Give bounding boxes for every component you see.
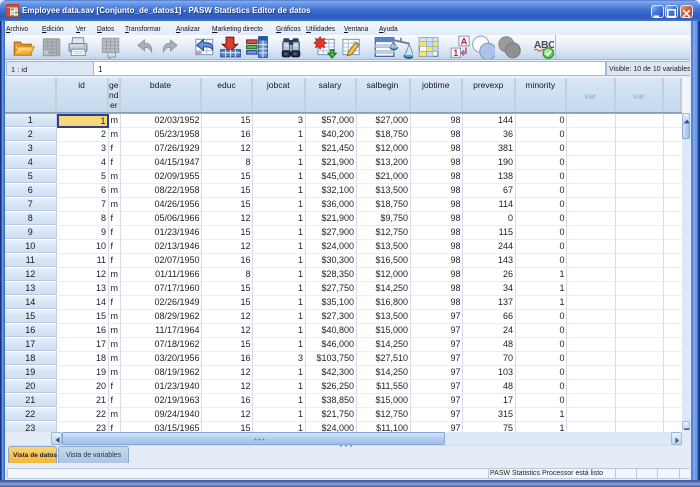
svg-text:1: 1: [453, 48, 458, 58]
svg-text:A: A: [461, 36, 468, 46]
